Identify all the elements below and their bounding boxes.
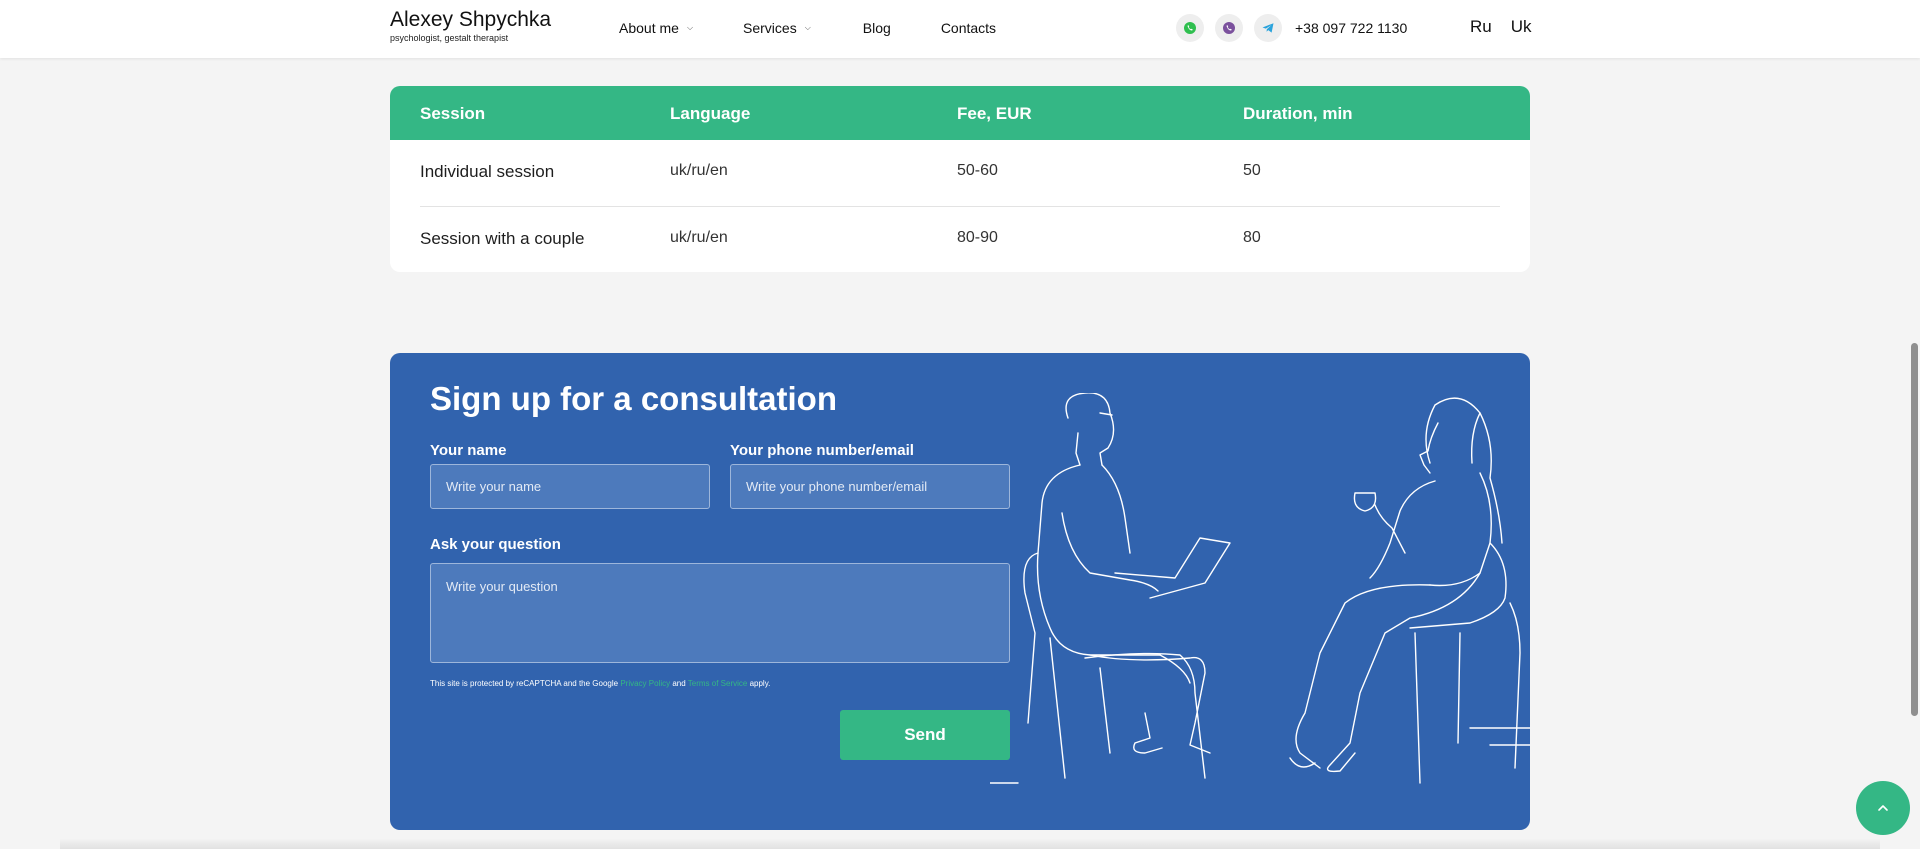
recaptcha-prefix: This site is protected by reCAPTCHA and … [430, 679, 621, 688]
logo[interactable]: Alexey Shpychka psychologist, gestalt th… [390, 8, 551, 43]
privacy-policy-link[interactable]: Privacy Policy [620, 679, 670, 688]
chevron-up-icon [1878, 805, 1888, 811]
nav-about-me-label: About me [619, 20, 679, 36]
back-to-top-button[interactable] [1856, 781, 1910, 835]
nav-services-label: Services [743, 20, 797, 36]
recaptcha-suffix: apply. [747, 679, 771, 688]
name-label: Your name [430, 442, 507, 459]
contact-label: Your phone number/email [730, 442, 914, 459]
nav-blog-label: Blog [862, 20, 891, 36]
send-button[interactable]: Send [840, 710, 1010, 760]
viber-icon[interactable] [1215, 14, 1243, 42]
nav-about-me[interactable]: About me ⌵ [619, 20, 693, 36]
recaptcha-notice: This site is protected by reCAPTCHA and … [430, 679, 770, 688]
question-label: Ask your question [430, 536, 561, 553]
session-name: Individual session [420, 162, 555, 181]
lang-uk[interactable]: Uk [1511, 17, 1532, 37]
pricing-table-header: Session Language Fee, EUR Duration, min [390, 86, 1530, 140]
question-textarea[interactable] [430, 563, 1010, 663]
nav-contacts[interactable]: Contacts [941, 20, 996, 36]
table-row: Session with a couple uk/ru/en 80-90 80 [420, 206, 1500, 272]
table-row: Individual session uk/ru/en 50-60 50 [420, 140, 1500, 206]
consultation-form-section: Sign up for a consultation Your name You… [390, 353, 1530, 830]
main-nav: About me ⌵ Services ⌵ Blog Contacts [619, 20, 996, 36]
recaptcha-and: and [670, 679, 688, 688]
session-duration: 50 [1243, 162, 1261, 179]
terms-of-service-link[interactable]: Terms of Service [688, 679, 748, 688]
session-fee: 80-90 [957, 229, 998, 246]
logo-name: Alexey Shpychka [390, 8, 552, 31]
session-name: Session with a couple [420, 229, 585, 248]
pricing-table: Session Language Fee, EUR Duration, min … [390, 86, 1530, 272]
lang-ru[interactable]: Ru [1470, 17, 1492, 37]
page-scrollbar[interactable] [1911, 343, 1918, 716]
whatsapp-icon[interactable] [1176, 14, 1204, 42]
session-language: uk/ru/en [670, 162, 728, 179]
chevron-down-icon: ⌵ [804, 23, 811, 32]
chevron-down-icon: ⌵ [686, 23, 694, 32]
session-fee: 50-60 [957, 162, 998, 179]
session-language: uk/ru/en [670, 229, 728, 246]
bottom-shadow [60, 838, 1880, 849]
header-language: Language [670, 104, 751, 123]
nav-services[interactable]: Services ⌵ [743, 20, 811, 36]
header-fee: Fee, EUR [957, 104, 1032, 123]
therapy-session-illustration [990, 393, 1530, 784]
language-switcher: Ru Uk [1470, 17, 1551, 37]
name-input[interactable] [430, 464, 710, 509]
header-contacts: +38 097 722 1130 [1176, 14, 1407, 42]
session-duration: 80 [1243, 229, 1261, 246]
nav-blog[interactable]: Blog [863, 20, 891, 36]
site-header: Alexey Shpychka psychologist, gestalt th… [0, 0, 1920, 58]
header-duration: Duration, min [1243, 104, 1353, 123]
contact-input[interactable] [730, 464, 1010, 509]
logo-subtitle: psychologist, gestalt therapist [390, 33, 509, 43]
nav-contacts-label: Contacts [940, 20, 997, 36]
telegram-icon[interactable] [1254, 14, 1282, 42]
header-session: Session [420, 104, 486, 123]
header-phone-link[interactable]: +38 097 722 1130 [1295, 20, 1407, 36]
form-title: Sign up for a consultation [430, 380, 837, 417]
